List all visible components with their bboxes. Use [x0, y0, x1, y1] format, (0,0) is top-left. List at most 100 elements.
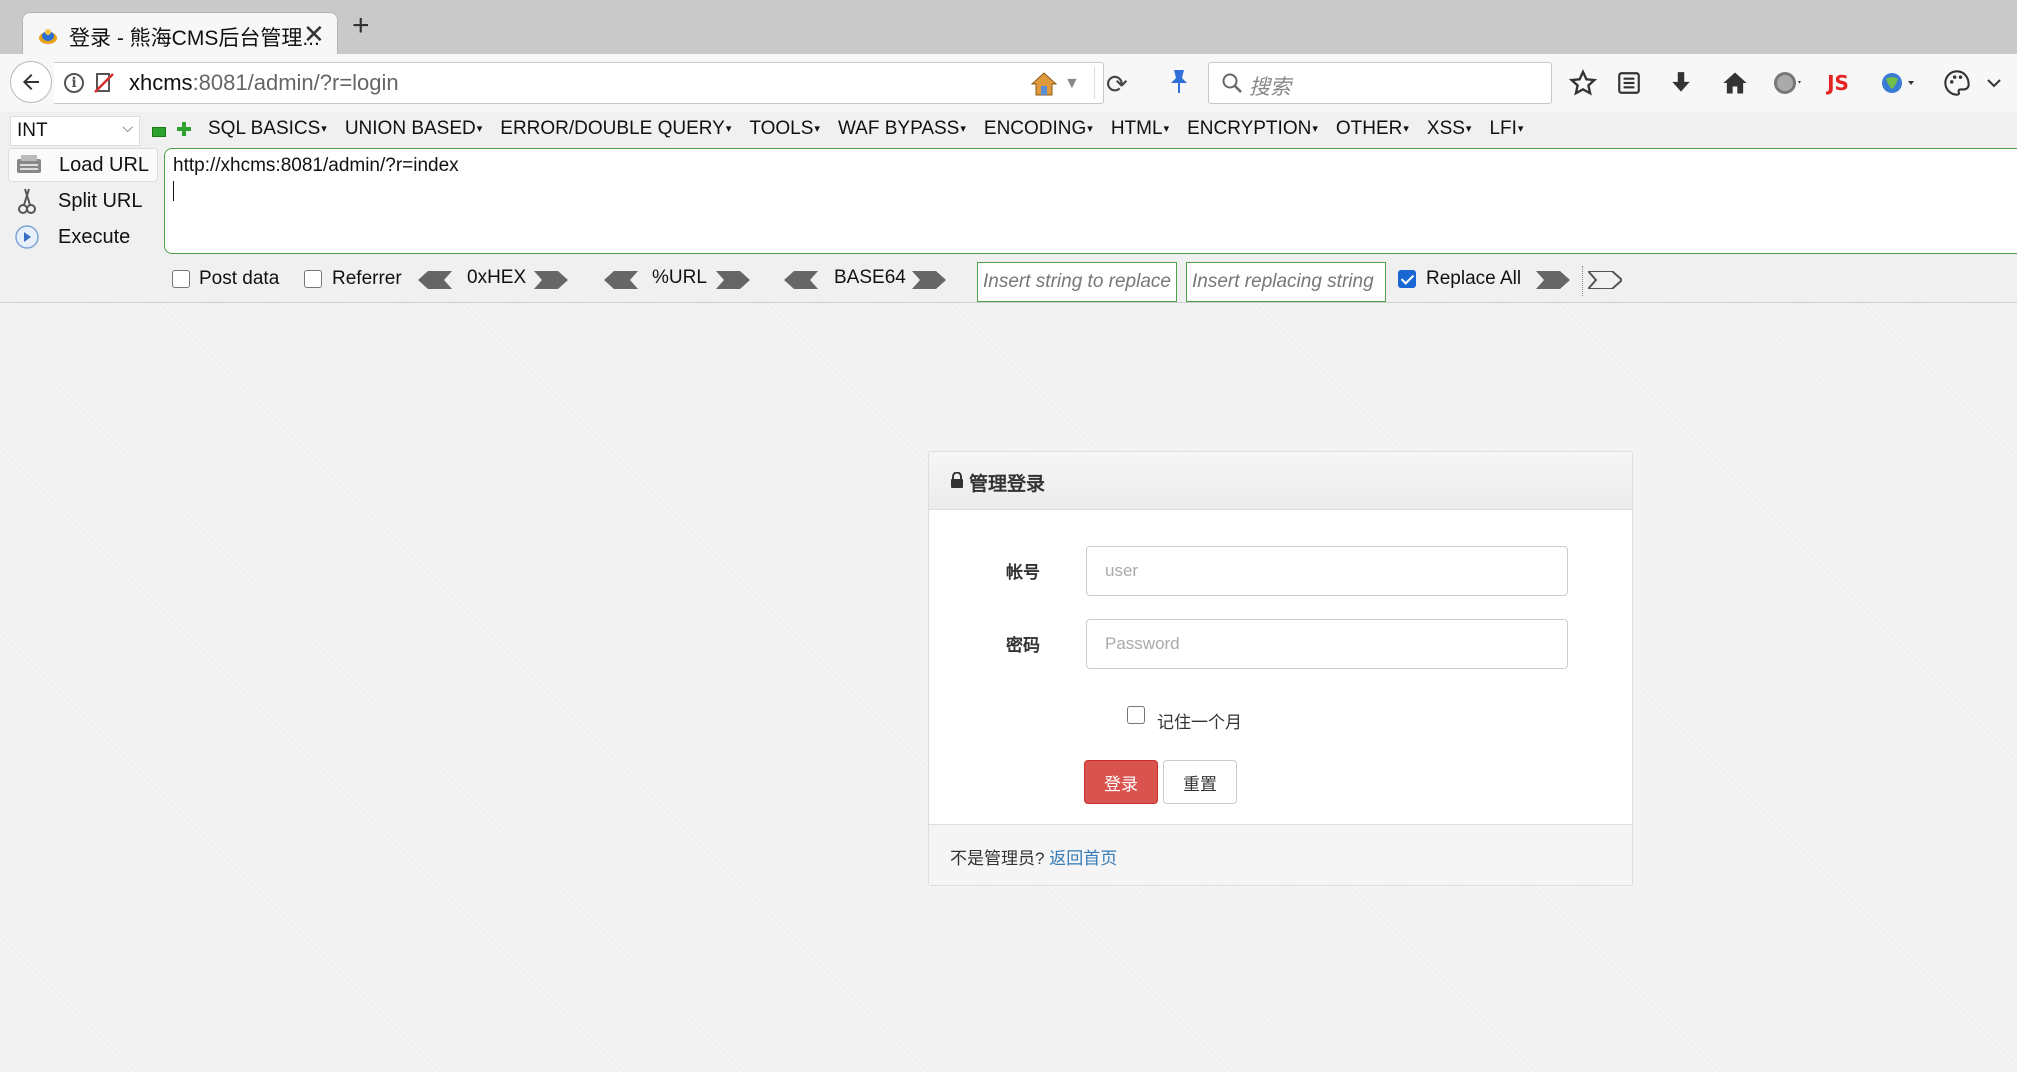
panel-header: 管理登录: [929, 452, 1632, 510]
translate-icon[interactable]: [1874, 66, 1922, 100]
text-cursor: [173, 181, 174, 201]
replace-all-checkbox[interactable]: [1398, 270, 1416, 288]
url-encode-arrow-icon[interactable]: [716, 271, 750, 289]
base64-encode-arrow-icon[interactable]: [912, 271, 946, 289]
account-input[interactable]: [1086, 546, 1568, 596]
url-textarea[interactable]: http://xhcms:8081/admin/?r=index: [164, 148, 2017, 254]
home-icon[interactable]: [1718, 66, 1752, 100]
url-decode-arrow-icon[interactable]: [604, 271, 638, 289]
menu-sql-basics[interactable]: SQL BASICS: [208, 118, 327, 140]
load-url-button[interactable]: Load URL: [8, 148, 158, 182]
footer-text: 不是管理员?: [950, 849, 1045, 868]
base64-decode-arrow-icon[interactable]: [784, 271, 818, 289]
search-icon: [1222, 73, 1242, 93]
pin-icon[interactable]: [1168, 68, 1190, 94]
decrease-icon[interactable]: [152, 127, 166, 137]
post-data-checkbox[interactable]: [172, 270, 190, 288]
url-host: xhcms: [129, 70, 193, 95]
new-tab-button[interactable]: +: [352, 11, 370, 41]
remember-checkbox[interactable]: [1127, 706, 1145, 724]
globe-icon[interactable]: [1764, 66, 1812, 100]
referrer-checkbox[interactable]: [304, 270, 322, 288]
referrer-label: Referrer: [332, 268, 402, 289]
star-icon[interactable]: [1566, 66, 1600, 100]
hackbar-panel: INT ⌵ SQL BASICS UNION BASED ERROR/DOUBL…: [0, 112, 2017, 303]
replace-divider: [1582, 266, 1583, 296]
hackbar-menu: SQL BASICS UNION BASED ERROR/DOUBLE QUER…: [208, 118, 1523, 140]
account-label: 帐号: [1006, 563, 1040, 582]
chevron-down-icon: ⌵: [122, 119, 133, 135]
menu-encryption[interactable]: ENCRYPTION: [1187, 118, 1318, 140]
type-select-value: INT: [17, 120, 48, 141]
menu-other[interactable]: OTHER: [1336, 118, 1409, 140]
execute-label: Execute: [58, 225, 131, 248]
replacing-string-input[interactable]: Insert replacing string: [1186, 262, 1386, 302]
menu-html[interactable]: HTML: [1111, 118, 1169, 140]
execute-icon: [15, 225, 39, 249]
split-url-label: Split URL: [58, 189, 143, 212]
login-button[interactable]: 登录: [1084, 760, 1158, 804]
login-panel: 管理登录 帐号 密码 记住一个月 登录 重置 不是管理员? 返回首页: [928, 451, 1633, 886]
hex-label: 0xHEX: [467, 267, 527, 288]
load-url-label: Load URL: [59, 153, 150, 176]
url-textarea-value: http://xhcms:8081/admin/?r=index: [173, 155, 459, 176]
password-label: 密码: [1006, 636, 1040, 655]
split-url-icon: [18, 188, 36, 214]
reload-icon[interactable]: ⟳: [1106, 69, 1128, 100]
menu-xss[interactable]: XSS: [1427, 118, 1472, 140]
menu-union-based[interactable]: UNION BASED: [345, 118, 482, 140]
panel-title: 管理登录: [969, 474, 1046, 495]
replace-back-arrow-icon[interactable]: [1588, 271, 1622, 289]
remember-label: 记住一个月: [1157, 713, 1242, 732]
reader-list-icon[interactable]: [1612, 66, 1646, 100]
menu-waf-bypass[interactable]: WAF BYPASS: [838, 118, 966, 140]
url-text[interactable]: xhcms:8081/admin/?r=login: [129, 70, 399, 96]
menu-lfi[interactable]: LFI: [1489, 118, 1523, 140]
back-button[interactable]: [10, 61, 52, 103]
menu-chevron-icon[interactable]: [1980, 66, 2008, 100]
page-content: 管理登录 帐号 密码 记住一个月 登录 重置 不是管理员? 返回首页: [0, 303, 2017, 1072]
back-icon: [23, 74, 39, 90]
panel-footer: 不是管理员? 返回首页: [929, 824, 1632, 885]
menu-encoding[interactable]: ENCODING: [984, 118, 1093, 140]
password-input[interactable]: [1086, 619, 1568, 669]
browser-tab[interactable]: 登录 - 熊海CMS后台管理... ✕: [22, 12, 338, 56]
hex-decode-arrow-icon[interactable]: [418, 271, 452, 289]
type-select[interactable]: INT ⌵: [10, 116, 140, 146]
navigation-bar: i xhcms:8081/admin/?r=login ▼ ⟳ 搜索 JS: [0, 54, 2017, 113]
js-icon[interactable]: JS: [1818, 66, 1858, 100]
tab-strip: 登录 - 熊海CMS后台管理... ✕ +: [0, 0, 2017, 56]
replace-all-label: Replace All: [1426, 268, 1522, 289]
home-bookmark-icon[interactable]: [1030, 71, 1058, 97]
url-dropdown-icon[interactable]: ▼: [1064, 75, 1080, 93]
load-url-icon: [17, 155, 41, 173]
lock-icon: [951, 472, 963, 488]
url-bar[interactable]: i xhcms:8081/admin/?r=login ▼ ⟳: [54, 62, 1128, 104]
hackbar-options-row: Post data Referrer 0xHEX %URL BASE64 Ins…: [0, 260, 2017, 302]
tab-title: 登录 - 熊海CMS后台管理...: [69, 27, 320, 50]
menu-tools[interactable]: TOOLS: [749, 118, 820, 140]
replace-string-input[interactable]: Insert string to replace: [977, 262, 1177, 302]
split-url-button[interactable]: Split URL: [8, 184, 158, 218]
tab-close-icon[interactable]: ✕: [303, 19, 325, 50]
palette-icon[interactable]: [1940, 66, 1974, 100]
site-favicon-icon: [39, 29, 57, 44]
back-home-link[interactable]: 返回首页: [1049, 849, 1117, 868]
search-bar[interactable]: 搜索: [1208, 62, 1552, 104]
reset-button[interactable]: 重置: [1163, 760, 1237, 804]
url-path: :8081/admin/?r=login: [192, 70, 399, 95]
js-label: JS: [1827, 71, 1849, 95]
download-icon[interactable]: [1664, 66, 1698, 100]
menu-error-double-query[interactable]: ERROR/DOUBLE QUERY: [500, 118, 731, 140]
hex-encode-arrow-icon[interactable]: [534, 271, 568, 289]
url-divider: [1094, 67, 1095, 99]
increase-icon[interactable]: [176, 121, 192, 137]
base64-label: BASE64: [834, 267, 906, 288]
replace-forward-arrow-icon[interactable]: [1536, 271, 1570, 289]
url-encode-label: %URL: [652, 267, 707, 288]
mixed-content-icon[interactable]: [92, 71, 116, 95]
search-placeholder: 搜索: [1249, 76, 1291, 99]
info-icon[interactable]: i: [64, 73, 84, 93]
execute-button[interactable]: Execute: [8, 220, 158, 254]
post-data-label: Post data: [199, 268, 280, 289]
